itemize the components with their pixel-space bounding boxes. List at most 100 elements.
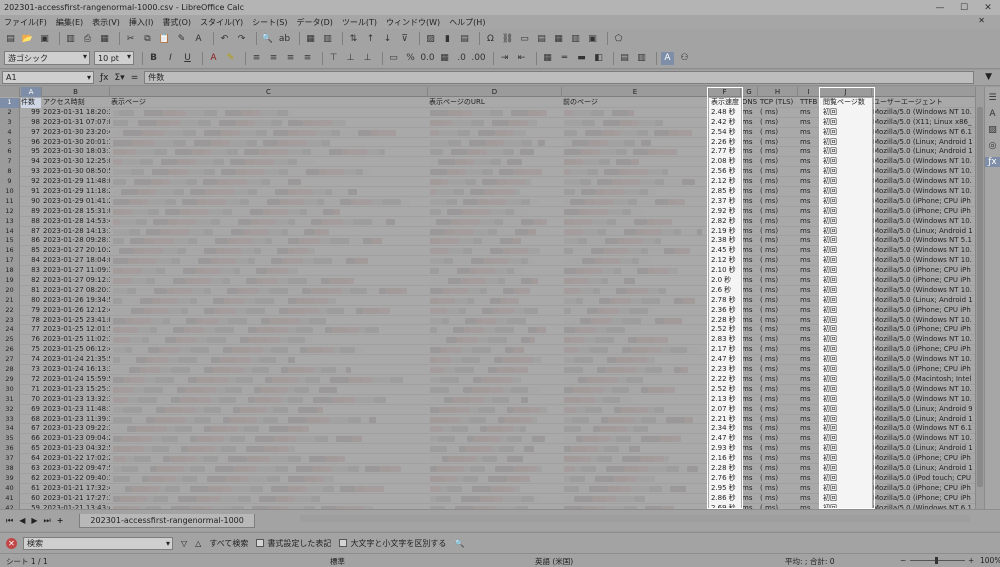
cell-ttfb[interactable]: ms <box>798 395 820 405</box>
cell-count[interactable]: 99 <box>21 108 41 118</box>
border-style-icon[interactable]: ═ <box>558 52 571 65</box>
cell-ttfb[interactable]: ms <box>798 365 820 375</box>
cell-count[interactable]: 61 <box>21 484 41 494</box>
cell-display-speed[interactable]: 2.83 秒 <box>709 335 741 346</box>
cell-display-speed[interactable]: 2.22 秒 <box>709 374 741 385</box>
cell-user-agent[interactable]: Mozilla/5.0 (Windows NT 10. <box>872 177 972 187</box>
currency-icon[interactable]: ▭ <box>387 52 400 65</box>
cell-ttfb[interactable]: ms <box>798 415 820 425</box>
sort-ascending-icon[interactable]: ↑ <box>364 32 377 45</box>
header-cell-i[interactable]: TTFB <box>798 98 820 108</box>
row-number[interactable]: 38 <box>0 463 20 474</box>
sort-icon[interactable]: ⇅ <box>347 32 360 45</box>
row-number[interactable]: 2 <box>0 107 20 118</box>
cell-tcp[interactable]: ( ms) <box>758 157 798 167</box>
cell-user-agent[interactable]: Mozilla/5.0 (iPhone; CPU iPh <box>872 484 972 494</box>
find-prev-icon[interactable]: ▽ <box>181 539 187 548</box>
cell-tcp[interactable]: ( ms) <box>758 444 798 454</box>
cell-dns[interactable]: ms <box>741 494 758 504</box>
conditional-format-icon[interactable]: ▤ <box>618 52 631 65</box>
close-document-icon[interactable]: ✕ <box>978 16 985 25</box>
cell-count[interactable]: 73 <box>21 365 41 375</box>
row-number[interactable]: 37 <box>0 454 20 464</box>
cell-tcp[interactable]: ( ms) <box>758 177 798 187</box>
cell-count[interactable]: 77 <box>21 325 41 335</box>
cell-access-time[interactable]: 2023-01-23 09:22:38 <box>42 424 110 434</box>
cell-user-agent[interactable]: Mozilla/5.0 (Linux; Android 1( <box>872 444 972 454</box>
cell-page-views[interactable]: 初回 <box>820 246 872 257</box>
column-icon[interactable]: ▥ <box>321 32 334 45</box>
cell-ttfb[interactable]: ms <box>798 236 820 246</box>
cell-access-time[interactable]: 2023-01-22 17:02:24 <box>42 454 110 464</box>
cell-display-speed[interactable]: 2.93 秒 <box>709 444 741 455</box>
cell-dns[interactable]: ms <box>741 325 758 335</box>
cell-count[interactable]: 84 <box>21 256 41 266</box>
cell-page-views[interactable]: 初回 <box>820 295 872 306</box>
cell-ttfb[interactable]: ms <box>798 167 820 177</box>
cell-count[interactable]: 74 <box>21 355 41 365</box>
align-right-icon[interactable]: ≡ <box>284 52 297 65</box>
cell-access-time[interactable]: 2023-01-30 23:20:46 <box>42 128 110 138</box>
clear-format-icon[interactable]: A <box>192 32 205 45</box>
background-color-icon[interactable]: ◧ <box>592 52 605 65</box>
cell-access-time[interactable]: 2023-01-27 20:10:20 <box>42 246 110 256</box>
header-cell-j[interactable]: 閲覧ページ数 <box>820 98 872 108</box>
cell-ttfb[interactable]: ms <box>798 484 820 494</box>
cell-user-agent[interactable]: Mozilla/5.0 (Linux; Android 1( <box>872 147 972 157</box>
cell-tcp[interactable]: ( ms) <box>758 395 798 405</box>
cell-access-time[interactable]: 2023-01-29 01:41:23 <box>42 197 110 207</box>
add-sheet-icon[interactable]: + <box>57 516 64 526</box>
cell-dns[interactable]: ms <box>741 167 758 177</box>
vertical-scroll-thumb[interactable] <box>977 107 983 487</box>
cell-page-views[interactable]: 初回 <box>820 157 872 168</box>
cell-count[interactable]: 98 <box>21 118 41 128</box>
cut-icon[interactable]: ✂ <box>124 32 137 45</box>
row-number[interactable]: 22 <box>0 305 20 316</box>
row-number[interactable]: 18 <box>0 266 20 277</box>
cell-count[interactable]: 70 <box>21 395 41 405</box>
cell-dns[interactable]: ms <box>741 454 758 464</box>
header-cell-k[interactable]: ユーザーエージェント <box>872 98 972 108</box>
cell-count[interactable]: 96 <box>21 138 41 148</box>
sort-descending-icon[interactable]: ↓ <box>381 32 394 45</box>
menu-item-2[interactable]: 表示(V) <box>92 17 120 28</box>
cell-display-speed[interactable]: 2.48 秒 <box>709 107 741 118</box>
chart-icon[interactable]: ▮ <box>441 32 454 45</box>
row-number[interactable]: 40 <box>0 483 20 494</box>
cell-count[interactable]: 88 <box>21 217 41 227</box>
cell-user-agent[interactable]: Mozilla/5.0 (iPhone; CPU iPh <box>872 306 972 316</box>
hyperlink-icon[interactable]: ⛓ <box>501 32 514 45</box>
cell-count[interactable]: 87 <box>21 227 41 237</box>
cell-access-time[interactable]: 2023-01-27 08:20:13 <box>42 286 110 296</box>
cell-access-time[interactable]: 2023-01-30 20:01:11 <box>42 138 110 148</box>
cell-display-speed[interactable]: 2.08 秒 <box>709 157 741 168</box>
cell-access-time[interactable]: 2023-01-28 09:28:16 <box>42 236 110 246</box>
cell-ttfb[interactable]: ms <box>798 316 820 326</box>
cell-access-time[interactable]: 2023-01-28 15:31:05 <box>42 207 110 217</box>
cell-count[interactable]: 75 <box>21 345 41 355</box>
cell-user-agent[interactable]: Mozilla/5.0 (Windows NT 6.1 <box>872 424 972 434</box>
cell-tcp[interactable]: ( ms) <box>758 276 798 286</box>
row-number[interactable]: 35 <box>0 434 20 445</box>
cell-dns[interactable]: ms <box>741 207 758 217</box>
highlight-color-icon[interactable]: ✎ <box>224 52 237 65</box>
cell-dns[interactable]: ms <box>741 395 758 405</box>
cell-access-time[interactable]: 2023-01-27 11:09:39 <box>42 266 110 276</box>
cell-access-time[interactable]: 2023-01-21 17:27:17 <box>42 494 110 504</box>
cell-ttfb[interactable]: ms <box>798 217 820 227</box>
cell-page-views[interactable]: 初回 <box>820 473 872 484</box>
cell-count[interactable]: 67 <box>21 424 41 434</box>
row-number[interactable]: 11 <box>0 196 20 207</box>
show-draw-functions-icon[interactable]: ⬠ <box>612 32 625 45</box>
cell-display-speed[interactable]: 2.47 秒 <box>709 434 741 445</box>
column-header-b[interactable]: B <box>42 87 110 97</box>
cell-count[interactable]: 83 <box>21 266 41 276</box>
header-cell-g[interactable]: DNS <box>741 98 758 108</box>
increase-indent-icon[interactable]: ⇥ <box>498 52 511 65</box>
cell-page-views[interactable]: 初回 <box>820 345 872 356</box>
cell-page-views[interactable]: 初回 <box>820 463 872 474</box>
cell-access-time[interactable]: 2023-01-31 07:07:00 <box>42 118 110 128</box>
cell-access-time[interactable]: 2023-01-30 18:03:14 <box>42 147 110 157</box>
gallery-icon[interactable]: ▨ <box>985 125 1000 135</box>
cell-display-speed[interactable]: 2.6 秒 <box>709 285 741 296</box>
